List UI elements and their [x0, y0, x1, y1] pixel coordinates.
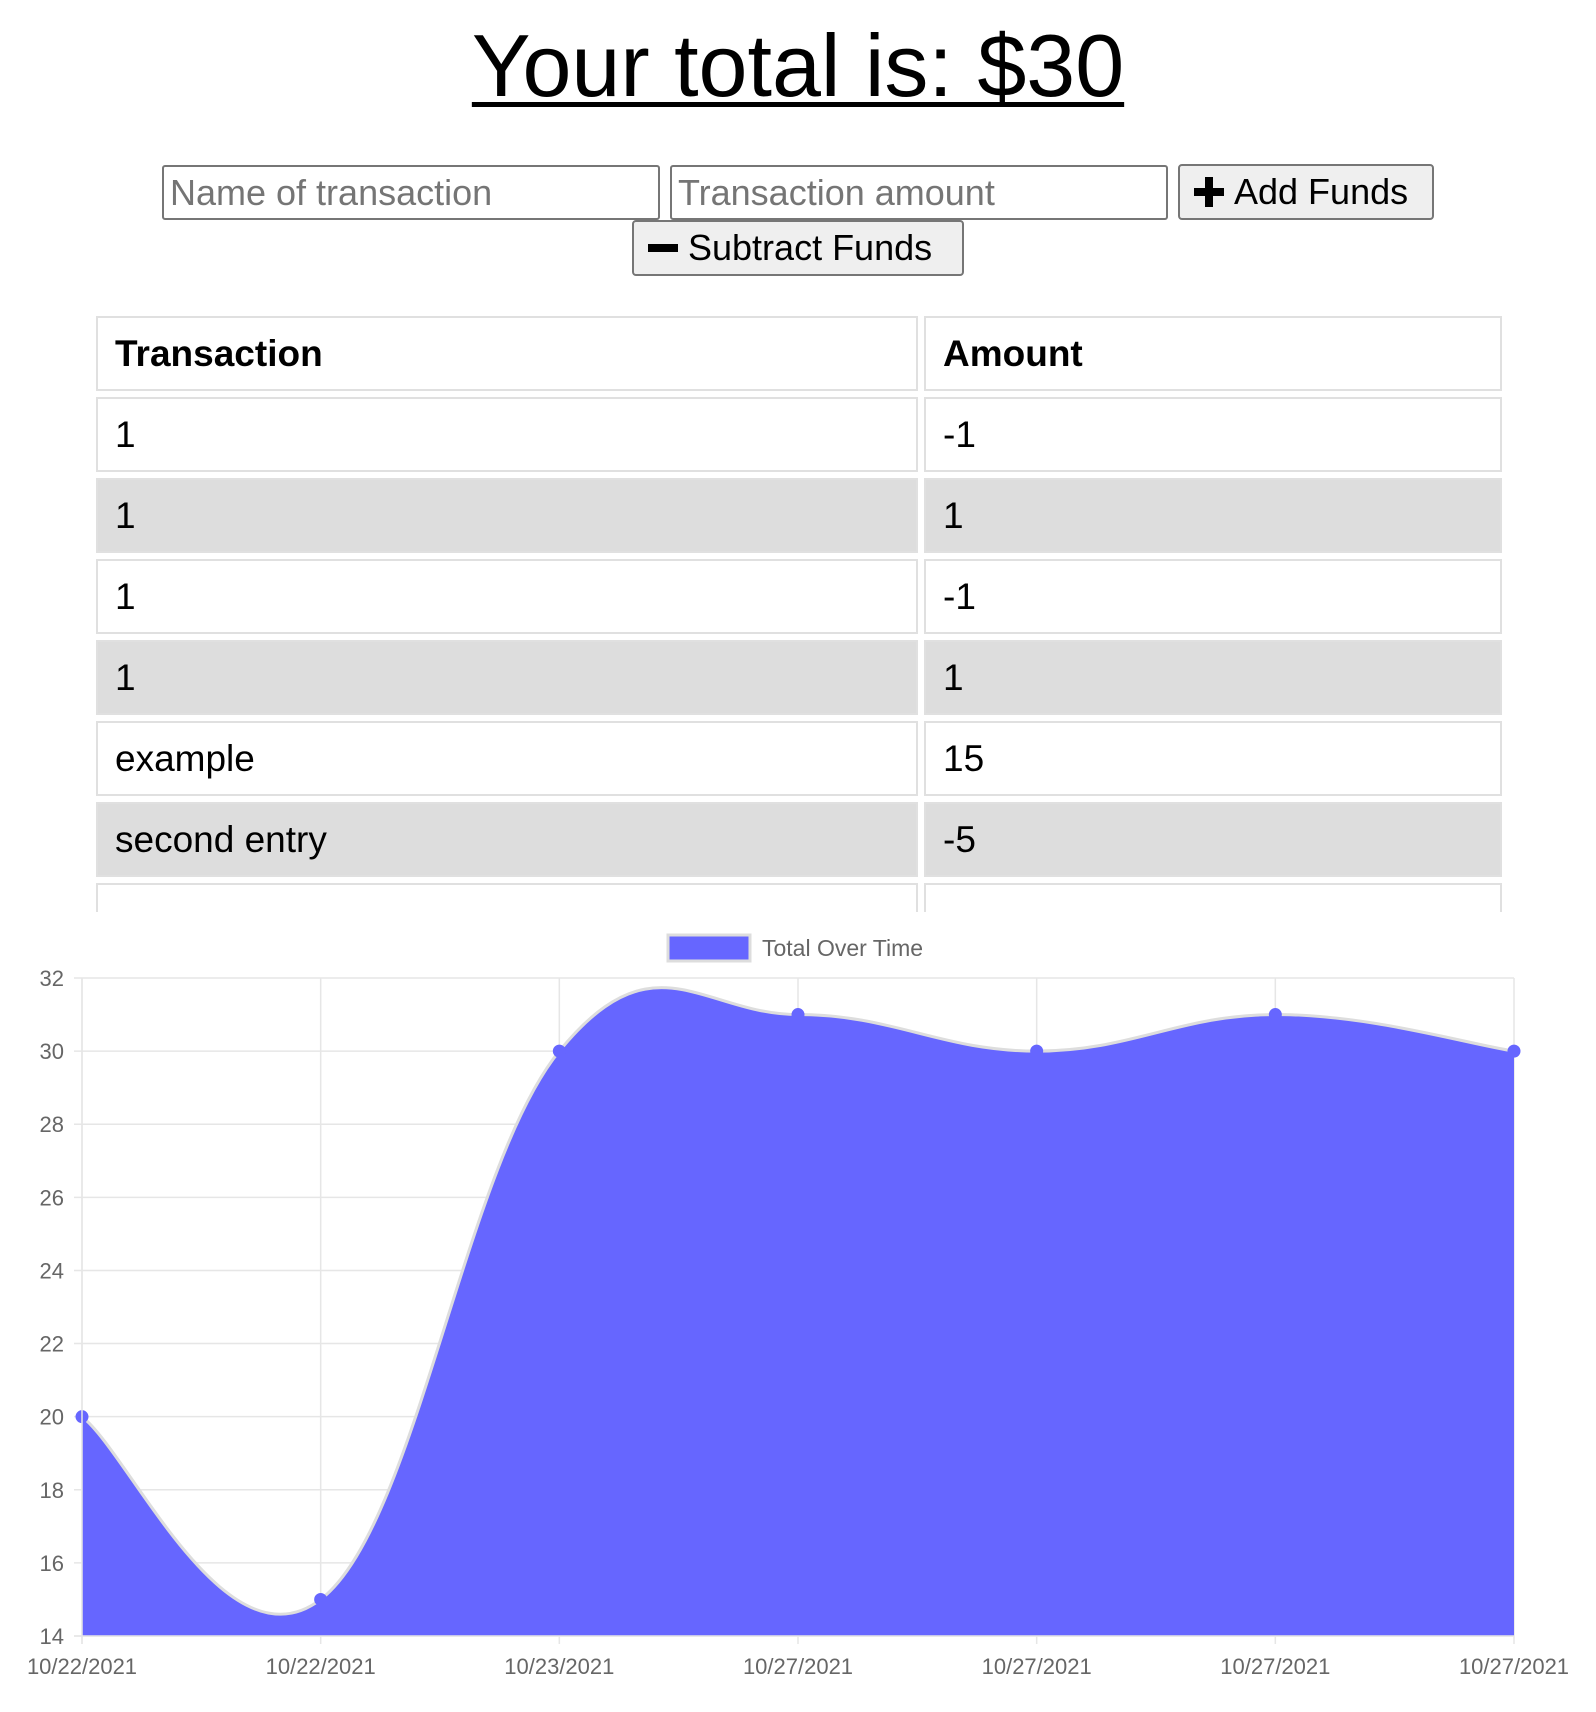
- x-tick-label: 10/23/2021: [504, 1654, 614, 1679]
- chart-legend: Total Over Time: [666, 933, 923, 963]
- y-tick-label: 22: [40, 1332, 64, 1357]
- table-row: [96, 883, 1502, 912]
- transaction-name-cell: 1: [96, 478, 918, 553]
- series-area: [82, 987, 1514, 1636]
- column-header-transaction: Transaction: [96, 316, 918, 391]
- total-heading: Your total is: $30: [471, 16, 1125, 115]
- budget-page: Your total is: $30 Add Funds Subtract Fu…: [0, 0, 1596, 1712]
- plus-icon: [1194, 177, 1224, 207]
- subtract-funds-button[interactable]: Subtract Funds: [632, 220, 964, 276]
- y-tick-label: 14: [40, 1624, 64, 1649]
- table-header-row: Transaction Amount: [96, 316, 1502, 391]
- total-over-time-chart: 14 16 18 20 22 24 26 28 30 32 10/22/2021 10/22/2021…: [0, 916, 1596, 1712]
- legend-swatch: [666, 933, 752, 963]
- x-tick-label: 10/22/2021: [266, 1654, 376, 1679]
- y-tick-label: 28: [40, 1112, 64, 1137]
- transaction-name-cell: 1: [96, 640, 918, 715]
- transactions-table: Transaction Amount 1 -1 1 1 1 -1 1 1 exa…: [96, 316, 1502, 912]
- column-header-amount: Amount: [924, 316, 1502, 391]
- data-point: [552, 1044, 566, 1058]
- transaction-amount-cell: 1: [924, 478, 1502, 553]
- minus-icon: [648, 233, 678, 263]
- transaction-amount-cell: 15: [924, 721, 1502, 796]
- y-tick-label: 26: [40, 1185, 64, 1210]
- table-row: 1 -1: [96, 397, 1502, 472]
- x-tick-label: 10/27/2021: [743, 1654, 853, 1679]
- data-point: [1030, 1044, 1044, 1058]
- x-tick-label: 10/27/2021: [1220, 1654, 1330, 1679]
- transaction-amount-input[interactable]: [670, 165, 1168, 220]
- add-funds-label: Add Funds: [1234, 171, 1409, 212]
- y-tick-label: 32: [40, 966, 64, 991]
- transaction-name-cell: example: [96, 721, 918, 796]
- transaction-name-input[interactable]: [162, 165, 660, 220]
- table-row: second entry -5: [96, 802, 1502, 877]
- subtract-funds-label: Subtract Funds: [688, 227, 933, 268]
- y-tick-label: 20: [40, 1405, 64, 1430]
- table-row: 1 1: [96, 478, 1502, 553]
- transaction-name-cell: 1: [96, 397, 918, 472]
- add-funds-button[interactable]: Add Funds: [1178, 164, 1434, 220]
- transaction-amount-cell: -5: [924, 802, 1502, 877]
- data-point: [314, 1592, 328, 1606]
- legend-label: Total Over Time: [762, 935, 923, 961]
- table-row: example 15: [96, 721, 1502, 796]
- transaction-name-cell: second entry: [96, 802, 918, 877]
- chart-canvas: 14 16 18 20 22 24 26 28 30 32 10/22/2021 10/22/2021…: [27, 933, 1569, 1679]
- data-point: [1268, 1008, 1282, 1022]
- y-tick-label: 16: [40, 1551, 64, 1576]
- data-point: [791, 1008, 805, 1022]
- transaction-amount-cell: -1: [924, 397, 1502, 472]
- table-row: 1 -1: [96, 559, 1502, 634]
- data-point: [1507, 1044, 1521, 1058]
- y-tick-label: 30: [40, 1039, 64, 1064]
- y-tick-label: 18: [40, 1478, 64, 1503]
- x-tick-label: 10/27/2021: [1459, 1654, 1569, 1679]
- transaction-amount-cell: -1: [924, 559, 1502, 634]
- table-row: 1 1: [96, 640, 1502, 715]
- x-tick-label: 10/27/2021: [982, 1654, 1092, 1679]
- transaction-amount-cell: 1: [924, 640, 1502, 715]
- y-tick-label: 24: [40, 1258, 64, 1283]
- transaction-amount-cell: [924, 883, 1502, 912]
- transaction-name-cell: 1: [96, 559, 918, 634]
- transactions-table-container[interactable]: Transaction Amount 1 -1 1 1 1 -1 1 1 exa…: [96, 316, 1502, 912]
- x-tick-label: 10/22/2021: [27, 1654, 137, 1679]
- transaction-name-cell: [96, 883, 918, 912]
